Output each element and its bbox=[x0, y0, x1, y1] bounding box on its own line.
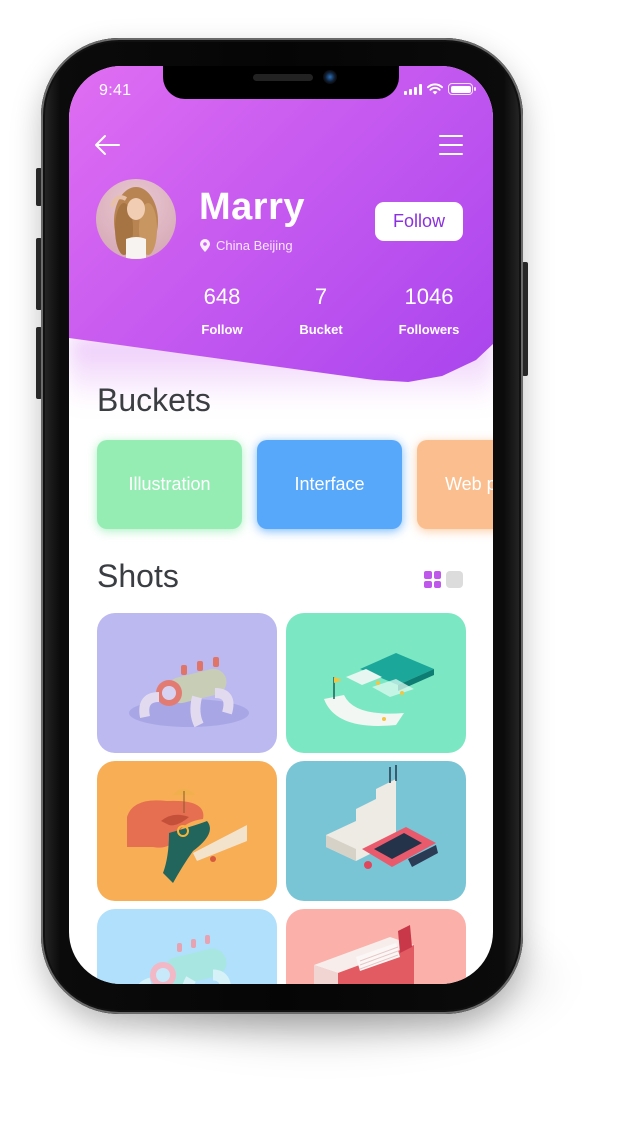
speaker-grille bbox=[253, 74, 313, 81]
stat-value: 1046 bbox=[404, 284, 454, 309]
red-building-illustration bbox=[314, 925, 414, 984]
buckets-heading: Buckets bbox=[97, 382, 211, 418]
stat-followers[interactable]: 1046 Followers bbox=[379, 284, 479, 337]
stat-label: Follow bbox=[201, 322, 243, 337]
avatar-photo bbox=[110, 187, 158, 259]
follow-button[interactable]: Follow bbox=[375, 202, 463, 241]
menu-button[interactable] bbox=[437, 132, 465, 158]
stat-label: Bucket bbox=[299, 322, 343, 337]
bucket-list: Illustration Interface Web p bbox=[97, 440, 493, 529]
shot-card[interactable] bbox=[97, 761, 277, 901]
pipe-creature-illustration bbox=[129, 657, 249, 728]
battery-icon bbox=[448, 83, 476, 95]
shots-grid bbox=[97, 613, 467, 984]
front-camera bbox=[323, 70, 337, 84]
hamburger-menu-icon bbox=[439, 135, 463, 155]
profile-name: Marry bbox=[199, 186, 305, 228]
avatar[interactable] bbox=[96, 179, 176, 259]
tennis-golf-illustration bbox=[324, 653, 434, 726]
shots-heading: Shots bbox=[97, 558, 179, 594]
shot-card[interactable] bbox=[286, 909, 466, 984]
list-view-icon[interactable] bbox=[446, 571, 463, 588]
pool-illustration bbox=[127, 789, 247, 883]
view-toggle bbox=[424, 571, 463, 588]
stat-buckets[interactable]: 7 Bucket bbox=[271, 284, 371, 337]
status-time: 9:41 bbox=[99, 82, 132, 99]
map-pin-icon bbox=[200, 239, 210, 252]
stat-following[interactable]: 648 Follow bbox=[172, 284, 272, 337]
stat-value: 7 bbox=[314, 284, 328, 309]
back-button[interactable] bbox=[93, 132, 123, 158]
stat-value: 648 bbox=[203, 284, 241, 309]
profile-location: China Beijing bbox=[200, 238, 293, 253]
bucket-card-web[interactable]: Web p bbox=[417, 440, 493, 529]
status-icons bbox=[404, 83, 476, 95]
stat-label: Followers bbox=[398, 322, 460, 337]
shot-card[interactable] bbox=[97, 909, 277, 984]
grid-view-icon[interactable] bbox=[424, 571, 441, 588]
wifi-icon bbox=[427, 83, 443, 95]
blue-pipe-creature-illustration bbox=[138, 935, 231, 984]
notch bbox=[163, 66, 399, 99]
location-text: China Beijing bbox=[216, 238, 293, 253]
shot-card[interactable] bbox=[286, 761, 466, 901]
stairs-pool-illustration bbox=[326, 765, 438, 869]
shot-card[interactable] bbox=[97, 613, 277, 753]
shot-card[interactable] bbox=[286, 613, 466, 753]
bucket-card-interface[interactable]: Interface bbox=[257, 440, 402, 529]
bucket-card-illustration[interactable]: Illustration bbox=[97, 440, 242, 529]
cellular-signal-icon bbox=[404, 83, 422, 95]
phone-screen: 9:41 Marry China Beijing Follow 648 Foll… bbox=[69, 66, 493, 984]
arrow-left-icon bbox=[95, 135, 120, 155]
